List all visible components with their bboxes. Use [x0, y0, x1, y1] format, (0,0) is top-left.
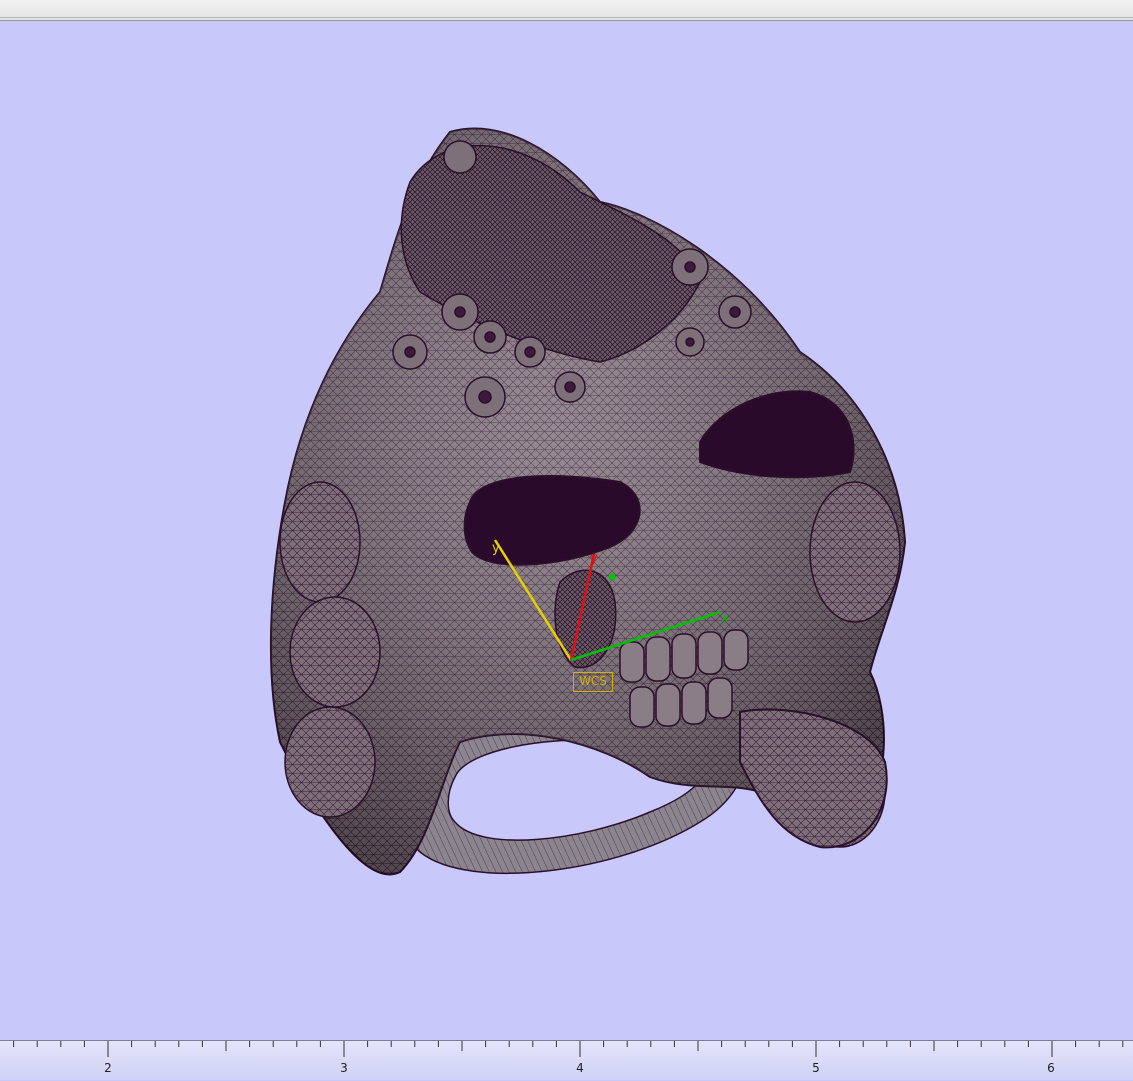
- horizontal-ruler: 2 3 4 5 6: [0, 1040, 1133, 1080]
- ruler-label-4: 4: [576, 1061, 584, 1075]
- window-top-bar: [0, 0, 1133, 21]
- 3d-viewport[interactable]: y y x: [0, 22, 1133, 1040]
- z-axis-label: y: [590, 551, 598, 566]
- ruler-label-5: 5: [812, 1061, 820, 1075]
- y-axis-label: y: [492, 541, 500, 556]
- ruler-label-3: 3: [340, 1061, 348, 1075]
- viewport-canvas[interactable]: y y x: [0, 22, 1133, 1040]
- origin-marker: [608, 573, 616, 581]
- wcs-label[interactable]: WCS: [573, 672, 613, 692]
- ruler-label-6: 6: [1047, 1061, 1055, 1075]
- ruler-label-2: 2: [104, 1061, 112, 1075]
- ring-model[interactable]: [269, 127, 907, 876]
- x-axis-label: x: [721, 611, 729, 626]
- top-bar-divider: [0, 17, 1133, 18]
- ruler-ticks: [13, 1041, 1124, 1057]
